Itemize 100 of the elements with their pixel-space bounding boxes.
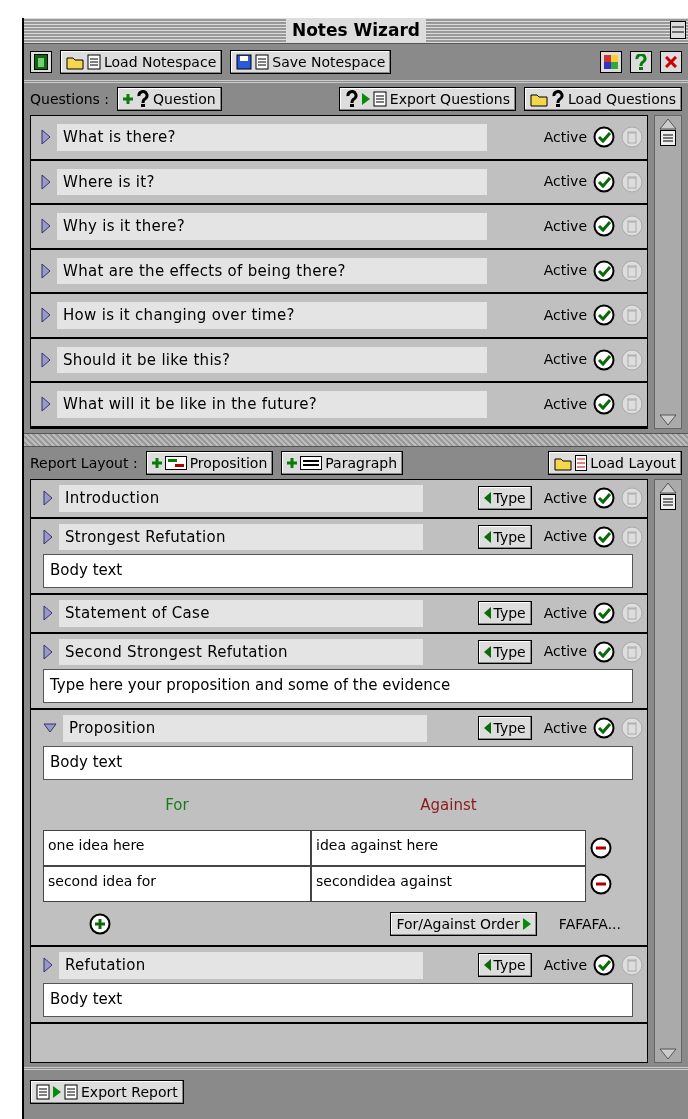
checkmark-icon[interactable] (593, 393, 615, 416)
type-button[interactable]: Type (477, 953, 532, 978)
load-button[interactable]: Load Layout (548, 451, 682, 475)
collapsed-triangle-icon[interactable] (43, 605, 53, 622)
app-button[interactable] (30, 51, 52, 73)
question-field[interactable]: Why is it there? (57, 213, 487, 240)
add-question-button[interactable]: Question (117, 87, 222, 111)
checkmark-icon[interactable] (593, 602, 615, 625)
body-text-field[interactable]: Body text (43, 554, 633, 588)
status-label: Active (543, 718, 587, 738)
section-title-field[interactable]: Refutation (59, 952, 423, 979)
collapse-box-icon[interactable] (670, 21, 686, 39)
checkmark-icon[interactable] (593, 170, 615, 193)
left-arrow-icon (483, 645, 491, 658)
type-button[interactable]: Type (477, 716, 532, 741)
close-icon (665, 56, 677, 68)
question-field[interactable]: Should it be like this? (57, 346, 487, 373)
color-squares-icon (604, 55, 618, 69)
folder-icon (554, 455, 573, 471)
play-arrow-icon (361, 93, 370, 105)
question-field[interactable]: How is it changing over time? (57, 302, 487, 329)
checkmark-icon[interactable] (593, 215, 615, 238)
palette-button[interactable] (600, 51, 622, 73)
checkmark-icon[interactable] (593, 259, 615, 282)
collapsed-triangle-icon[interactable] (43, 490, 53, 507)
checkmark-icon[interactable] (593, 348, 615, 371)
save-button[interactable]: Save Notespace (230, 50, 392, 74)
against-field[interactable]: idea against here (311, 830, 586, 866)
checkmark-icon[interactable] (593, 954, 615, 977)
checkmark-icon[interactable] (593, 126, 615, 149)
plus-icon (123, 94, 134, 104)
list-document-icon (87, 54, 101, 70)
help-button[interactable] (630, 51, 652, 73)
section-label: Report Layout : (30, 453, 138, 473)
section-title-field[interactable]: Proposition (63, 715, 427, 742)
collapsed-triangle-icon[interactable] (41, 173, 51, 190)
folder-icon (66, 54, 84, 70)
section-title-field[interactable]: Statement of Case (59, 600, 423, 627)
checkmark-icon[interactable] (593, 717, 615, 740)
collapsed-triangle-icon[interactable] (41, 396, 51, 413)
type-button[interactable]: Type (477, 486, 532, 511)
scroll-down-arrow-icon[interactable] (659, 414, 677, 426)
scrollbar[interactable] (654, 479, 682, 1063)
body-text-field[interactable]: Body text (43, 982, 633, 1017)
checkmark-icon[interactable] (593, 525, 615, 548)
order-button[interactable]: For/Against Order (390, 912, 537, 936)
for-field[interactable]: second idea for (43, 866, 311, 902)
body-text-field[interactable]: Type here your proposition and some of the evidence (43, 669, 633, 703)
question-mark-icon (551, 90, 566, 108)
section-title-field[interactable]: Introduction (59, 485, 423, 512)
collapsed-triangle-icon[interactable] (43, 957, 53, 974)
add-proposition-button[interactable]: Proposition (145, 451, 274, 475)
load-button[interactable]: Load Questions (524, 87, 682, 111)
question-field[interactable]: What are the effects of being there? (57, 257, 487, 284)
scroll-thumb-icon[interactable] (660, 130, 676, 146)
type-button[interactable]: Type (477, 524, 532, 549)
scroll-up-arrow-icon[interactable] (659, 118, 677, 130)
section-title-field[interactable]: Second Strongest Refutation (59, 638, 423, 665)
collapsed-triangle-icon[interactable] (43, 643, 53, 660)
checkmark-icon[interactable] (593, 304, 615, 327)
question-field[interactable]: What will it be like in the future? (57, 391, 487, 418)
collapsed-triangle-icon[interactable] (41, 307, 51, 324)
close-button[interactable] (660, 51, 682, 73)
export-button[interactable]: Export Questions (338, 87, 517, 111)
remove-icon[interactable] (590, 873, 612, 895)
against-field[interactable]: secondidea against (311, 866, 586, 902)
paragraph-icon (300, 456, 323, 470)
order-text: FAFAFA... (558, 914, 621, 934)
scroll-thumb-icon[interactable] (660, 494, 676, 510)
question-field[interactable]: Where is it? (57, 168, 487, 195)
status-label: Active (543, 350, 587, 370)
collapsed-triangle-icon[interactable] (41, 262, 51, 279)
question-mark-icon (344, 90, 359, 108)
scroll-up-arrow-icon[interactable] (659, 482, 677, 494)
checkmark-icon[interactable] (593, 640, 615, 663)
proposition-icon (164, 456, 187, 470)
left-arrow-icon (483, 530, 491, 543)
question-field[interactable]: What is there? (57, 124, 487, 151)
body-text-field[interactable]: Body text (43, 745, 633, 780)
expanded-triangle-icon[interactable] (43, 723, 57, 734)
for-field[interactable]: one idea here (43, 830, 311, 866)
collapsed-triangle-icon[interactable] (41, 129, 51, 146)
scroll-down-arrow-icon[interactable] (659, 1048, 677, 1060)
type-button[interactable]: Type (477, 601, 532, 626)
scrollbar[interactable] (654, 115, 682, 429)
collapsed-triangle-icon[interactable] (43, 528, 53, 545)
checkmark-icon[interactable] (593, 487, 615, 510)
type-button[interactable]: Type (477, 639, 532, 664)
add-icon[interactable] (89, 913, 111, 935)
export-button[interactable]: Export Report (30, 1080, 184, 1104)
remove-icon[interactable] (590, 837, 612, 859)
status-label: Active (543, 603, 587, 623)
section-title-field[interactable]: Strongest Refutation (59, 523, 423, 550)
collapsed-triangle-icon[interactable] (41, 351, 51, 368)
status-label: Active (543, 642, 587, 662)
load-button[interactable]: Load Notespace (60, 50, 223, 74)
add-paragraph-button[interactable]: Paragraph (281, 451, 403, 475)
splitter[interactable] (24, 433, 688, 447)
collapsed-triangle-icon[interactable] (41, 218, 51, 235)
left-arrow-icon (483, 492, 491, 505)
